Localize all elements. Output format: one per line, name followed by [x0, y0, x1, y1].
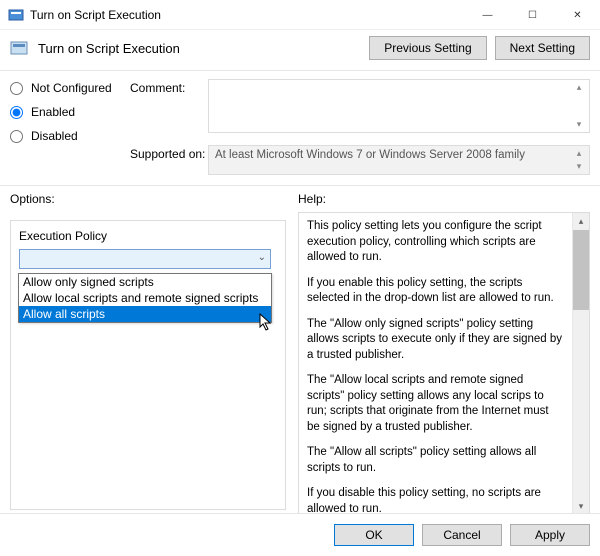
- comment-textarea[interactable]: ▴ ▾: [208, 79, 590, 133]
- apply-button[interactable]: Apply: [510, 524, 590, 546]
- close-button[interactable]: ✕: [555, 0, 600, 30]
- policy-icon: [10, 38, 30, 58]
- scroll-up-icon[interactable]: ▴: [573, 213, 589, 230]
- help-paragraph: If you disable this policy setting, no s…: [307, 486, 563, 516]
- scroll-up-icon[interactable]: ▴: [573, 148, 585, 159]
- dropdown-item-all[interactable]: Allow all scripts: [19, 306, 271, 322]
- comment-label: Comment:: [130, 79, 208, 95]
- next-setting-button[interactable]: Next Setting: [495, 36, 590, 60]
- radio-disabled-input[interactable]: [10, 130, 23, 143]
- window-title: Turn on Script Execution: [30, 8, 465, 22]
- scrollbar-thumb[interactable]: [573, 230, 589, 310]
- execution-policy-combobox[interactable]: ⌄: [19, 249, 271, 269]
- scroll-up-icon[interactable]: ▴: [573, 82, 585, 93]
- options-panel: Execution Policy ⌄ Allow only signed scr…: [10, 220, 286, 510]
- radio-enabled-label: Enabled: [31, 105, 75, 119]
- divider: [0, 185, 600, 186]
- help-text: This policy setting lets you configure t…: [307, 219, 581, 516]
- minimize-button[interactable]: —: [465, 0, 510, 30]
- radio-not-configured-input[interactable]: [10, 82, 23, 95]
- previous-setting-button[interactable]: Previous Setting: [369, 36, 486, 60]
- supported-on-value: At least Microsoft Windows 7 or Windows …: [215, 149, 525, 161]
- config-area: Not Configured Enabled Disabled Comment:…: [0, 71, 600, 179]
- footer: OK Cancel Apply: [0, 513, 600, 556]
- dropdown-item-local-remote[interactable]: Allow local scripts and remote signed sc…: [19, 290, 271, 306]
- header: Turn on Script Execution Previous Settin…: [0, 30, 600, 71]
- radio-not-configured-label: Not Configured: [31, 81, 112, 95]
- cancel-button[interactable]: Cancel: [422, 524, 502, 546]
- radio-enabled[interactable]: Enabled: [10, 105, 130, 119]
- app-icon: [8, 7, 24, 23]
- supported-on-label: Supported on:: [130, 145, 208, 161]
- scroll-down-icon[interactable]: ▾: [573, 119, 585, 130]
- options-label: Options:: [10, 192, 286, 206]
- titlebar: Turn on Script Execution — ☐ ✕: [0, 0, 600, 30]
- help-paragraph: The "Allow local scripts and remote sign…: [307, 373, 563, 435]
- help-panel: This policy setting lets you configure t…: [298, 212, 590, 516]
- supported-on-box: At least Microsoft Windows 7 or Windows …: [208, 145, 590, 175]
- help-label: Help:: [298, 192, 590, 206]
- scroll-down-icon[interactable]: ▾: [573, 161, 585, 172]
- help-paragraph: This policy setting lets you configure t…: [307, 219, 563, 266]
- radio-enabled-input[interactable]: [10, 106, 23, 119]
- chevron-down-icon: ⌄: [258, 252, 266, 263]
- execution-policy-label: Execution Policy: [19, 229, 277, 243]
- maximize-button[interactable]: ☐: [510, 0, 555, 30]
- help-scrollbar[interactable]: ▴ ▾: [572, 213, 589, 515]
- dropdown-item-signed[interactable]: Allow only signed scripts: [19, 274, 271, 290]
- header-title: Turn on Script Execution: [38, 41, 361, 56]
- help-paragraph: If you enable this policy setting, the s…: [307, 276, 563, 307]
- execution-policy-dropdown: Allow only signed scripts Allow local sc…: [18, 273, 272, 323]
- radio-disabled-label: Disabled: [31, 129, 78, 143]
- radio-disabled[interactable]: Disabled: [10, 129, 130, 143]
- help-paragraph: The "Allow only signed scripts" policy s…: [307, 317, 563, 364]
- help-paragraph: The "Allow all scripts" policy setting a…: [307, 445, 563, 476]
- ok-button[interactable]: OK: [334, 524, 414, 546]
- radio-not-configured[interactable]: Not Configured: [10, 81, 130, 95]
